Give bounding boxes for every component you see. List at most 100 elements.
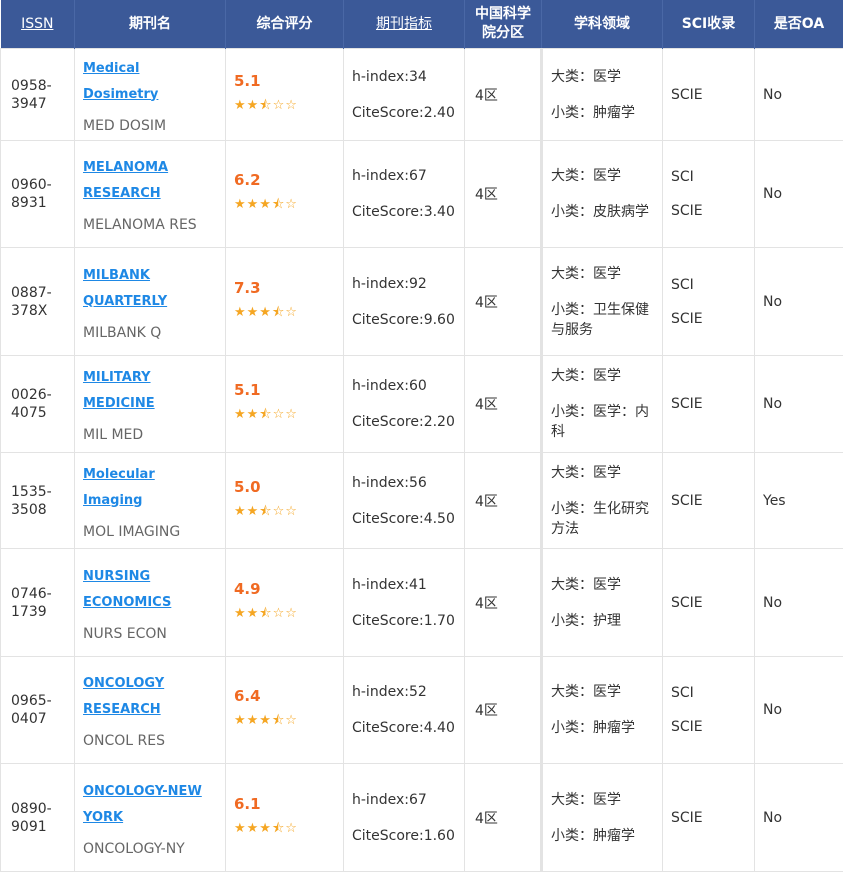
sci-cell: SCIE: [663, 49, 755, 141]
major-category: 大类：医学: [551, 575, 654, 595]
sci-index: SCIE: [671, 203, 746, 219]
journal-link[interactable]: MELANOMARESEARCH: [83, 155, 217, 207]
h-index: h-index:60: [352, 377, 456, 395]
sci-index: SCIE: [671, 719, 746, 735]
minor-category: 小类：皮肤病学: [551, 202, 654, 222]
citescore: CiteScore:4.40: [352, 719, 456, 737]
journal-name-cell: ONCOLOGY-NEWYORK ONCOLOGY-NY: [75, 764, 226, 872]
table-row: 0746-1739NURSINGECONOMICSNURS ECON4.9★★⯪…: [1, 549, 843, 657]
journal-link[interactable]: MILBANKQUARTERLY: [83, 263, 217, 315]
h-index: h-index:67: [352, 167, 456, 185]
sci-cell: SCI SCIE: [663, 657, 755, 764]
h-index: h-index:67: [352, 791, 456, 809]
sci-cell: SCIE: [663, 549, 755, 657]
journal-abbreviation: NURS ECON: [83, 626, 217, 642]
subject-cell: 大类：医学小类：肿瘤学: [542, 49, 663, 141]
header-sci: SCI收录: [663, 0, 755, 49]
journal-link[interactable]: Medical Dosimetry: [83, 56, 217, 108]
table-row: 0965-0407ONCOLOGYRESEARCHONCOL RES6.4★★★…: [1, 657, 843, 764]
issn-cell: 0960-8931: [1, 141, 75, 248]
oa-cell: No: [755, 764, 843, 872]
citescore: CiteScore:1.70: [352, 612, 456, 630]
minor-category: 小类：肿瘤学: [551, 718, 654, 738]
major-category: 大类：医学: [551, 790, 654, 810]
table-row: 0887-378XMILBANKQUARTERLYMILBANK Q7.3★★★…: [1, 248, 843, 356]
score-cell: 5.1★★⯪☆☆: [226, 49, 344, 141]
metrics-cell: h-index:67 CiteScore:3.40: [344, 141, 465, 248]
journal-name-cell: MILITARY MEDICINEMIL MED: [75, 356, 226, 453]
subject-cell: 大类：医学小类：护理: [542, 549, 663, 657]
sci-index: SCI: [671, 685, 746, 701]
sci-index: SCIE: [671, 311, 746, 327]
header-cas-zone: 中国科学院分区: [465, 0, 542, 49]
cas-zone-cell: 4区: [465, 49, 542, 141]
sci-index: SCI: [671, 169, 746, 185]
journal-link[interactable]: NURSINGECONOMICS: [83, 564, 217, 616]
score-value: 5.1: [234, 72, 335, 90]
score-value: 6.2: [234, 171, 335, 189]
subject-cell: 大类：医学小类：医学：内科: [542, 356, 663, 453]
score-value: 6.4: [234, 687, 335, 705]
journal-link[interactable]: Molecular Imaging: [83, 462, 217, 514]
score-value: 5.0: [234, 478, 335, 496]
journal-name-cell: NURSINGECONOMICS NURS ECON: [75, 549, 226, 657]
journal-link[interactable]: ONCOLOGY-NEWYORK: [83, 779, 217, 831]
sci-index: SCIE: [671, 87, 746, 103]
journal-name-cell: Molecular Imaging MOL IMAGING: [75, 453, 226, 549]
citescore: CiteScore:9.60: [352, 311, 456, 329]
citescore: CiteScore:2.40: [352, 104, 456, 122]
issn-cell: 0746-1739: [1, 549, 75, 657]
h-index: h-index:41: [352, 576, 456, 594]
minor-category: 小类：卫生保健与服务: [551, 300, 654, 340]
citescore: CiteScore:3.40: [352, 203, 456, 221]
oa-cell: No: [755, 49, 843, 141]
h-index: h-index:52: [352, 683, 456, 701]
score-cell: 6.1★★★⯪☆: [226, 764, 344, 872]
metrics-sort-link[interactable]: 期刊指标: [376, 16, 432, 32]
journal-abbreviation: ONCOLOGY-NY: [83, 841, 217, 857]
sci-cell: SCIE: [663, 764, 755, 872]
journal-abbreviation: MED DOSIM: [83, 118, 217, 134]
star-rating-icon: ★★★⯪☆: [234, 197, 298, 212]
score-cell: 6.4★★★⯪☆: [226, 657, 344, 764]
metrics-cell: h-index:41 CiteScore:1.70: [344, 549, 465, 657]
citescore: CiteScore:4.50: [352, 510, 456, 528]
table-row: 1535-3508Molecular Imaging MOL IMAGING 5.0…: [1, 453, 843, 549]
table-row: 0026-4075MILITARY MEDICINEMIL MED5.1★★⯪☆…: [1, 356, 843, 453]
subject-cell: 大类：医学小类：皮肤病学: [542, 141, 663, 248]
journal-link[interactable]: MILITARY MEDICINE: [83, 365, 217, 417]
metrics-cell: h-index:34 CiteScore:2.40: [344, 49, 465, 141]
star-rating-icon: ★★★⯪☆: [234, 305, 298, 320]
issn-cell: 0890-9091: [1, 764, 75, 872]
issn-cell: 1535-3508: [1, 453, 75, 549]
journal-abbreviation: MILBANK Q: [83, 325, 217, 341]
h-index: h-index:92: [352, 275, 456, 293]
score-cell: 7.3★★★⯪☆: [226, 248, 344, 356]
score-value: 6.1: [234, 795, 335, 813]
cas-zone-cell: 4区: [465, 453, 542, 549]
journal-link[interactable]: ONCOLOGYRESEARCH: [83, 671, 217, 723]
minor-category: 小类：护理: [551, 611, 654, 631]
issn-cell: 0026-4075: [1, 356, 75, 453]
journal-abbreviation: MELANOMA RES: [83, 217, 217, 233]
major-category: 大类：医学: [551, 166, 654, 186]
issn-cell: 0965-0407: [1, 657, 75, 764]
journal-name-cell: MELANOMARESEARCH MELANOMA RES: [75, 141, 226, 248]
header-issn[interactable]: ISSN: [1, 0, 75, 49]
header-metrics[interactable]: 期刊指标: [344, 0, 465, 49]
cas-zone-cell: 4区: [465, 248, 542, 356]
h-index: h-index:34: [352, 68, 456, 86]
star-rating-icon: ★★⯪☆☆: [234, 504, 298, 519]
cas-zone-cell: 4区: [465, 657, 542, 764]
citescore: CiteScore:1.60: [352, 827, 456, 845]
subject-cell: 大类：医学小类：生化研究方法: [542, 453, 663, 549]
star-rating-icon: ★★⯪☆☆: [234, 606, 298, 621]
score-value: 5.1: [234, 381, 335, 399]
major-category: 大类：医学: [551, 463, 654, 483]
score-cell: 6.2 ★★★⯪☆: [226, 141, 344, 248]
issn-sort-link[interactable]: ISSN: [21, 16, 53, 32]
sci-cell: SCI SCIE: [663, 141, 755, 248]
journal-abbreviation: MOL IMAGING: [83, 524, 217, 540]
minor-category: 小类：生化研究方法: [551, 499, 654, 539]
cas-zone-cell: 4区: [465, 549, 542, 657]
